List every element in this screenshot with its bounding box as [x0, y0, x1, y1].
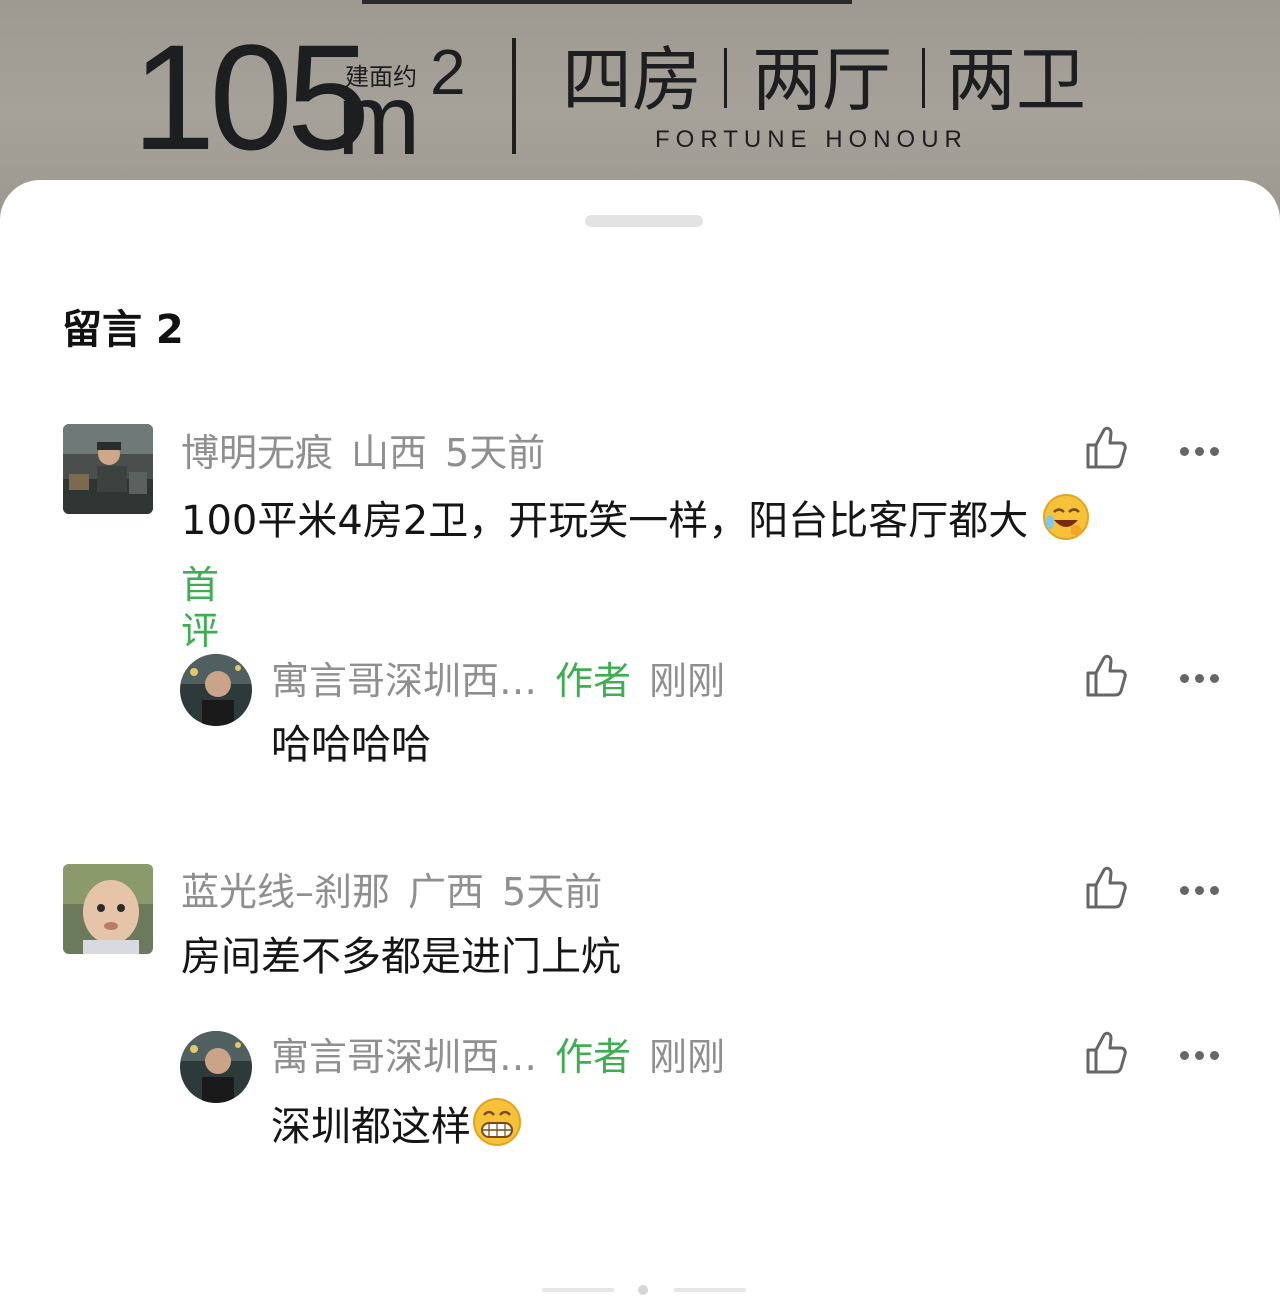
- reply-text-content: 深圳都这样: [271, 1104, 471, 1150]
- thumbs-up-icon[interactable]: [1085, 654, 1127, 702]
- laughing-crying-emoji-icon: [1041, 492, 1091, 554]
- page-indicator: [674, 1288, 746, 1292]
- avatar[interactable]: [63, 864, 153, 954]
- location: 山西: [351, 431, 428, 475]
- username[interactable]: 蓝光线–刹那: [181, 870, 390, 914]
- reply-text: 哈哈哈哈: [271, 722, 431, 768]
- thumbs-up-icon[interactable]: [1085, 426, 1127, 474]
- author-badge: 作者: [555, 1035, 632, 1079]
- thumbs-up-icon[interactable]: [1085, 1031, 1127, 1079]
- more-dots-icon[interactable]: [1180, 883, 1222, 895]
- rooms-count: 四房: [562, 39, 702, 121]
- timestamp: 刚刚: [649, 659, 726, 703]
- timestamp: 5天前: [445, 431, 546, 475]
- comments-title: 留言 2: [62, 307, 184, 353]
- divider: [512, 38, 516, 154]
- comment-text-content: 100平米4房2卫，开玩笑一样，阳台比客厅都大: [181, 498, 1029, 544]
- reply-text: 深圳都这样: [271, 1096, 523, 1160]
- comments-sheet: 留言 2 博明无痕 山西 5天前 100平米4房2卫，开玩笑一样，阳台比客厅都大…: [0, 180, 1280, 1315]
- more-dots-icon[interactable]: [1180, 671, 1222, 683]
- comment-meta: 博明无痕 山西 5天前: [181, 430, 563, 476]
- area-unit: m: [337, 64, 421, 176]
- page-indicator-dot: [638, 1285, 648, 1295]
- username[interactable]: 寓言哥深圳西…: [271, 659, 537, 703]
- comment-text: 100平米4房2卫，开玩笑一样，阳台比客厅都大: [181, 492, 1091, 554]
- avatar[interactable]: [180, 654, 252, 726]
- timestamp: 刚刚: [649, 1035, 726, 1079]
- drag-handle[interactable]: [585, 215, 703, 227]
- poster-frame: [362, 0, 852, 4]
- grinning-emoji-icon: [471, 1096, 523, 1160]
- area-unit-superscript: 2: [430, 36, 466, 108]
- avatar[interactable]: [180, 1031, 252, 1103]
- baths-count: 两卫: [946, 39, 1086, 121]
- username[interactable]: 博明无痕: [181, 431, 333, 475]
- halls-count: 两厅: [752, 39, 892, 121]
- username[interactable]: 寓言哥深圳西…: [271, 1035, 537, 1079]
- slogan: FORTUNE HONOUR: [655, 126, 968, 153]
- reply-meta: 寓言哥深圳西… 作者 刚刚: [271, 1034, 743, 1080]
- avatar[interactable]: [63, 424, 153, 514]
- location: 广西: [408, 870, 485, 914]
- comment-meta: 蓝光线–刹那 广西 5天前: [181, 869, 620, 915]
- first-comment-tag: 首评: [181, 563, 220, 653]
- timestamp: 5天前: [502, 870, 603, 914]
- more-dots-icon[interactable]: [1180, 1048, 1222, 1060]
- divider: [724, 48, 727, 108]
- reply-meta: 寓言哥深圳西… 作者 刚刚: [271, 658, 743, 704]
- more-dots-icon[interactable]: [1180, 444, 1222, 456]
- comment-text: 房间差不多都是进门上炕: [181, 934, 621, 980]
- area-number: 105: [132, 13, 370, 181]
- author-badge: 作者: [555, 659, 632, 703]
- page-indicator: [542, 1288, 614, 1292]
- thumbs-up-icon[interactable]: [1085, 866, 1127, 914]
- divider: [922, 48, 925, 108]
